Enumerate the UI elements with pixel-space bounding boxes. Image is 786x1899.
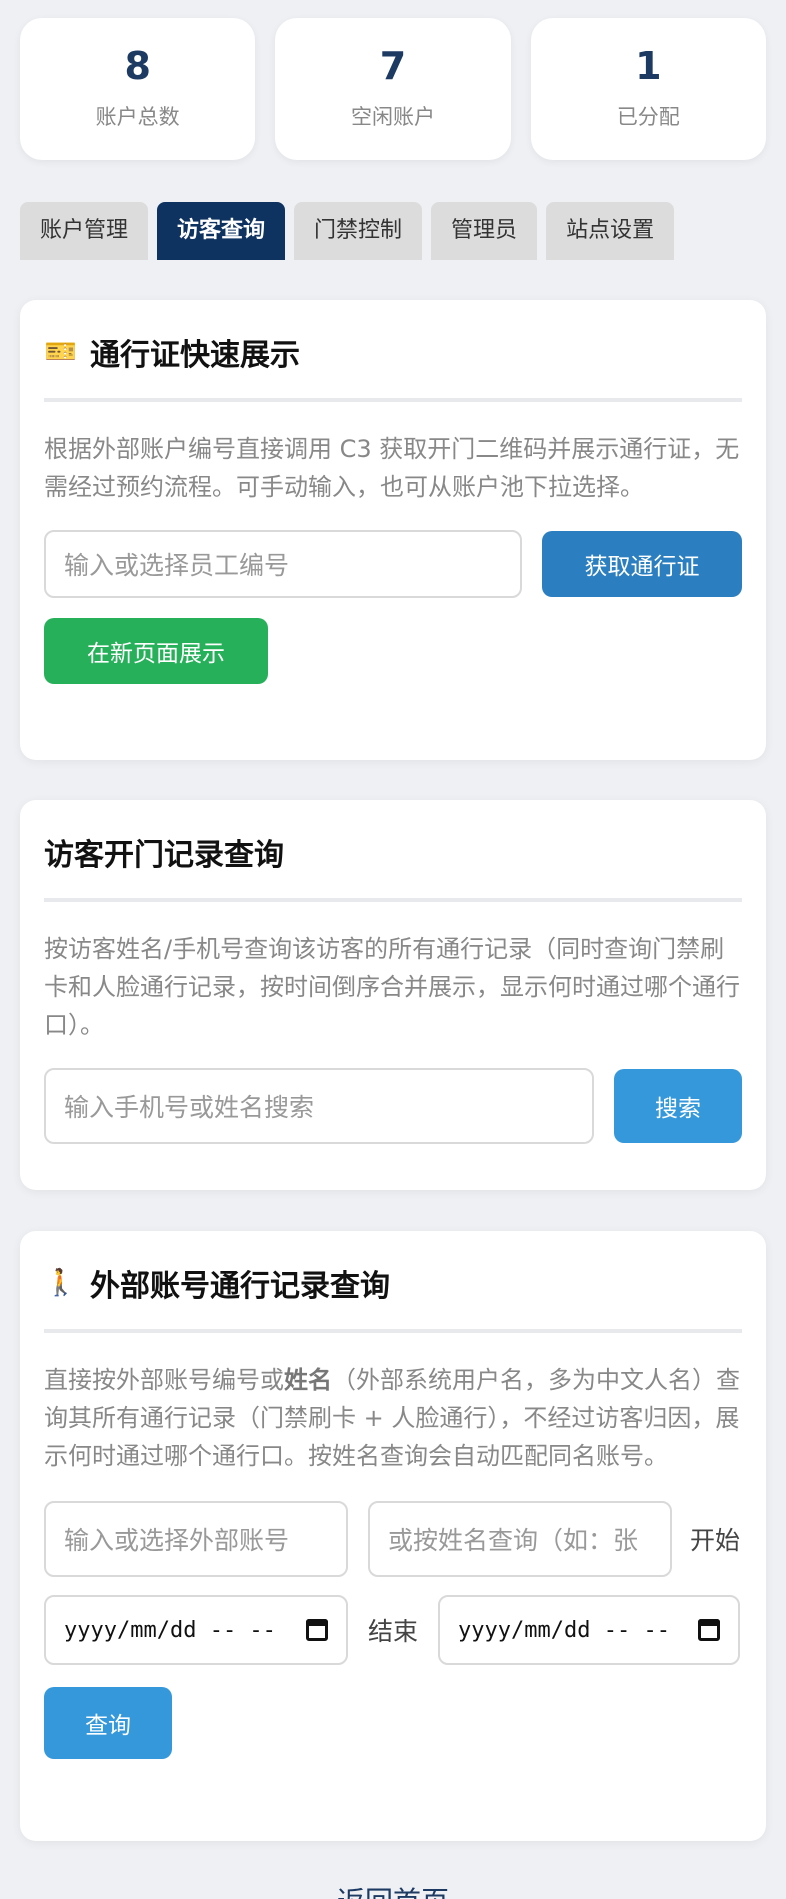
stat-value: 7 <box>379 44 407 88</box>
query-button[interactable]: 查询 <box>44 1687 172 1759</box>
tab-site-settings[interactable]: 站点设置 <box>546 202 675 260</box>
stat-idle-accounts: 7 空闲账户 <box>275 18 511 160</box>
card-title-text: 外部账号通行记录查询 <box>90 1269 390 1304</box>
start-date-input[interactable]: yyyy/mm/dd -- -- <box>44 1595 348 1665</box>
search-button[interactable]: 搜索 <box>614 1069 742 1143</box>
card-description: 按访客姓名/手机号查询该访客的所有通行记录（同时查询门禁刷卡和人脸通行记录，按时… <box>44 935 740 1039</box>
tab-visitor-query[interactable]: 访客查询 <box>157 202 286 260</box>
card-title: 🚶 外部账号通行记录查询 <box>44 1231 742 1333</box>
external-account-input[interactable]: 输入或选择外部账号 <box>44 1501 348 1577</box>
employee-id-input[interactable]: 输入或选择员工编号 <box>44 530 522 598</box>
stats-row: 8 账户总数 7 空闲账户 1 已分配 <box>20 18 766 160</box>
stat-value: 8 <box>124 44 151 88</box>
card-description: 直接按外部账号编号或姓名（外部系统用户名，多为中文人名）查询其所有通行记录（门禁… <box>44 1361 742 1475</box>
stat-label: 已分配 <box>616 105 680 129</box>
calendar-icon[interactable] <box>698 1619 721 1641</box>
calendar-icon[interactable] <box>306 1619 328 1641</box>
end-label: 结束 <box>368 1617 419 1646</box>
input-placeholder: 输入或选择员工编号 <box>64 551 290 580</box>
ticket-icon: 🎫 <box>44 337 78 367</box>
card-title: 🎫 通行证快速展示 <box>44 300 742 402</box>
back-home-link[interactable]: 返回首页 <box>0 1880 786 1899</box>
card-title-text: 访客开门记录查询 <box>44 838 284 873</box>
card-title: 访客开门记录查询 <box>44 800 742 902</box>
stat-assigned: 1 已分配 <box>530 18 766 160</box>
stat-label: 空闲账户 <box>350 105 435 129</box>
stat-value: 1 <box>635 44 662 88</box>
description-text: 直接按外部账号编号或 <box>44 1366 284 1394</box>
date-placeholder: yyyy/mm/dd -- -- <box>64 1617 276 1643</box>
input-placeholder: 或按姓名查询（如：张 <box>388 1526 639 1555</box>
card-description: 根据外部账户编号直接调用 C3 获取开门二维码并展示通行证，无需经过预约流程。可… <box>44 435 740 501</box>
start-label: 开始 <box>690 1526 741 1555</box>
tab-account-management[interactable]: 账户管理 <box>20 202 149 260</box>
date-placeholder: yyyy/mm/dd -- -- <box>458 1617 670 1643</box>
tab-bar: 账户管理 访客查询 门禁控制 管理员 站点设置 <box>20 202 675 260</box>
tab-administrators[interactable]: 管理员 <box>431 202 538 260</box>
input-placeholder: 输入手机号或姓名搜索 <box>64 1093 315 1122</box>
stat-label: 账户总数 <box>95 105 180 129</box>
end-date-input[interactable]: yyyy/mm/dd -- -- <box>438 1595 741 1665</box>
pass-quick-display-card: 🎫 通行证快速展示 根据外部账户编号直接调用 C3 获取开门二维码并展示通行证，… <box>20 300 766 760</box>
visitor-search-input[interactable]: 输入手机号或姓名搜索 <box>44 1068 594 1144</box>
input-placeholder: 输入或选择外部账号 <box>64 1526 290 1555</box>
description-bold: 姓名 <box>284 1366 332 1394</box>
name-query-input[interactable]: 或按姓名查询（如：张 <box>368 1501 672 1577</box>
card-title-text: 通行证快速展示 <box>90 338 300 373</box>
visitor-records-card: 访客开门记录查询 按访客姓名/手机号查询该访客的所有通行记录（同时查询门禁刷卡和… <box>20 800 766 1190</box>
stat-total-accounts: 8 账户总数 <box>20 18 256 160</box>
walking-person-icon: 🚶 <box>44 1268 78 1298</box>
external-account-records-card: 🚶 外部账号通行记录查询 直接按外部账号编号或姓名（外部系统用户名，多为中文人名… <box>20 1231 766 1841</box>
get-pass-button[interactable]: 获取通行证 <box>542 531 742 597</box>
show-in-new-page-button[interactable]: 在新页面展示 <box>44 618 268 684</box>
tab-access-control[interactable]: 门禁控制 <box>294 202 423 260</box>
